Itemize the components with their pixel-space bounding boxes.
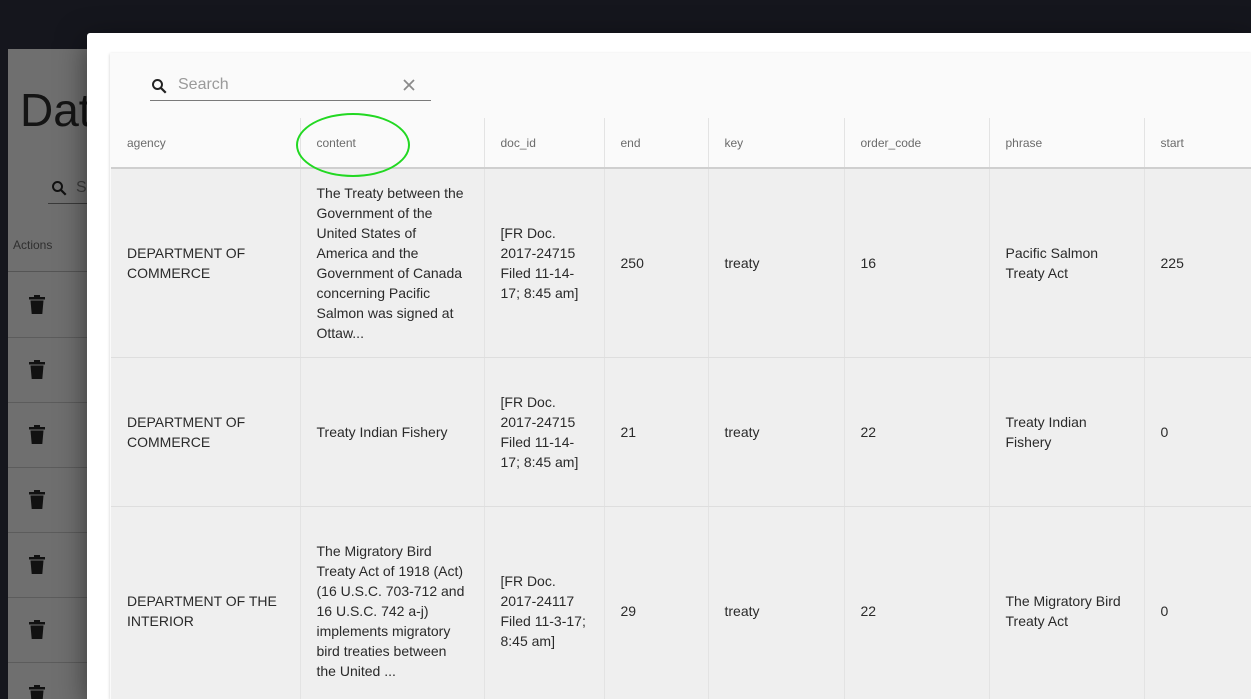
cell-content: The Migratory Bird Treaty Act of 1918 (A…: [300, 506, 485, 699]
background-table-row: [8, 338, 88, 403]
cell-agency: DEPARTMENT OF COMMERCE: [111, 357, 301, 507]
cell-key: treaty: [708, 168, 845, 358]
cell-agency: DEPARTMENT OF COMMERCE: [111, 168, 301, 358]
table-row[interactable]: DEPARTMENT OF THE INTERIOR The Migratory…: [111, 506, 1251, 699]
background-table-row: [8, 598, 88, 663]
background-table-row: [8, 273, 88, 338]
cell-end: 29: [604, 506, 709, 699]
background-search-placeholder: S: [76, 179, 87, 196]
cell-doc-id: [FR Doc. 2017-24117 Filed 11-3-17; 8:45 …: [484, 506, 605, 699]
table-toolbar: [110, 53, 1251, 118]
cell-end: 250: [604, 168, 709, 358]
cell-start: 0: [1144, 357, 1251, 507]
background-table-row: [8, 468, 88, 533]
cell-end: 21: [604, 357, 709, 507]
background-table-row: [8, 403, 88, 468]
cell-key: treaty: [708, 506, 845, 699]
column-header-doc-id[interactable]: doc_id: [484, 118, 605, 169]
search-field[interactable]: [150, 69, 431, 101]
cell-agency: DEPARTMENT OF THE INTERIOR: [111, 506, 301, 699]
table-header-row: agency content doc_id end key order_code…: [111, 118, 1251, 169]
column-header-end[interactable]: end: [604, 118, 709, 169]
background-table-row: [8, 533, 88, 598]
cell-order-code: 22: [844, 357, 990, 507]
table-row[interactable]: DEPARTMENT OF COMMERCE Treaty Indian Fis…: [111, 357, 1251, 507]
clear-search-icon[interactable]: [401, 77, 417, 98]
column-header-order-code[interactable]: order_code: [844, 118, 990, 169]
cell-doc-id: [FR Doc. 2017-24715 Filed 11-14-17; 8:45…: [484, 168, 605, 358]
actions-column-header: Actions: [8, 222, 88, 272]
cell-phrase: Pacific Salmon Treaty Act: [989, 168, 1145, 358]
data-table: agency content doc_id end key order_code…: [111, 118, 1251, 699]
delete-icon[interactable]: [28, 295, 46, 320]
search-input[interactable]: [178, 71, 398, 99]
cell-phrase: Treaty Indian Fishery: [989, 357, 1145, 507]
delete-icon[interactable]: [28, 685, 46, 699]
search-icon: [50, 179, 68, 202]
background-table-row: [8, 663, 88, 699]
delete-icon[interactable]: [28, 620, 46, 645]
column-header-content[interactable]: content: [300, 118, 485, 169]
page-title: Dat: [20, 84, 92, 136]
column-header-phrase[interactable]: phrase: [989, 118, 1145, 169]
cell-order-code: 16: [844, 168, 990, 358]
delete-icon[interactable]: [28, 360, 46, 385]
delete-icon[interactable]: [28, 425, 46, 450]
table-row[interactable]: DEPARTMENT OF COMMERCE The Treaty betwee…: [111, 168, 1251, 358]
delete-icon[interactable]: [28, 555, 46, 580]
column-header-start[interactable]: start: [1144, 118, 1251, 169]
data-dialog: agency content doc_id end key order_code…: [87, 33, 1251, 699]
column-header-agency[interactable]: agency: [111, 118, 301, 169]
cell-phrase: The Migratory Bird Treaty Act: [989, 506, 1145, 699]
column-header-key[interactable]: key: [708, 118, 845, 169]
cell-order-code: 22: [844, 506, 990, 699]
cell-key: treaty: [708, 357, 845, 507]
search-icon: [150, 77, 168, 100]
actions-header-label: Actions: [13, 238, 53, 252]
cell-start: 225: [1144, 168, 1251, 358]
delete-icon[interactable]: [28, 490, 46, 515]
cell-content: Treaty Indian Fishery: [300, 357, 485, 507]
data-table-card: agency content doc_id end key order_code…: [110, 53, 1251, 699]
cell-doc-id: [FR Doc. 2017-24715 Filed 11-14-17; 8:45…: [484, 357, 605, 507]
cell-content: The Treaty between the Government of the…: [300, 168, 485, 358]
cell-start: 0: [1144, 506, 1251, 699]
